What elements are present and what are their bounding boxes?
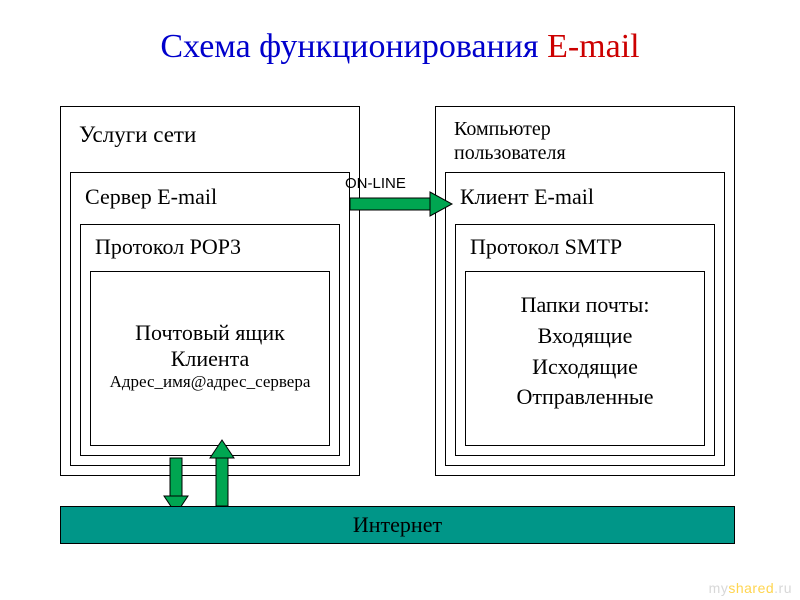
- label-mailbox-line2: Клиента: [91, 346, 329, 372]
- watermark-part2: shared: [728, 580, 774, 596]
- label-email-client: Клиент E-mail: [446, 173, 724, 217]
- label-internet: Интернет: [353, 512, 442, 537]
- label-smtp-protocol: Протокол SMTP: [456, 225, 714, 267]
- watermark-part1: my: [709, 580, 729, 596]
- title-part-1: Схема функционирования: [160, 28, 547, 65]
- watermark: myshared.ru: [709, 580, 792, 596]
- label-mailbox-address: Адрес_имя@адрес_сервера: [91, 372, 329, 392]
- diagram-title: Схема функционирования E-mail: [0, 0, 800, 76]
- label-user-computer-line2: пользователя: [454, 142, 566, 164]
- label-network-services: Услуги сети: [61, 107, 359, 158]
- title-part-2: E-mail: [547, 28, 640, 65]
- label-user-computer-line1: Компьютер: [454, 118, 551, 140]
- watermark-part3: .ru: [774, 580, 792, 596]
- box-mail-folders: Папки почты: Входящие Исходящие Отправле…: [465, 271, 705, 446]
- label-mailbox-line1: Почтовый ящик: [91, 320, 329, 346]
- label-pop3-protocol: Протокол POP3: [81, 225, 339, 267]
- label-email-server: Сервер E-mail: [71, 173, 349, 217]
- label-online: ON-LINE: [345, 175, 406, 192]
- box-client-mailbox: Почтовый ящик Клиента Адрес_имя@адрес_се…: [90, 271, 330, 446]
- diagram-canvas: Услуги сети Сервер E-mail Протокол POP3 …: [0, 76, 800, 586]
- label-folders-heading: Папки почты:: [466, 290, 704, 321]
- label-folders-sent: Отправленные: [466, 382, 704, 413]
- label-folders-outbox: Исходящие: [466, 352, 704, 383]
- label-user-computer: Компьютер пользователя: [436, 107, 734, 169]
- label-folders-inbox: Входящие: [466, 321, 704, 352]
- box-internet: Интернет: [60, 506, 735, 544]
